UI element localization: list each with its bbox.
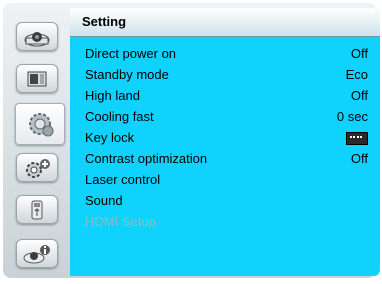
menu-item-label: Contrast optimization bbox=[85, 151, 208, 166]
information-icon bbox=[23, 244, 50, 263]
setting-panel: Setting Direct power on Off Standby mode… bbox=[70, 8, 380, 276]
menu-window: Setting Direct power on Off Standby mode… bbox=[3, 3, 380, 278]
setting-icon bbox=[29, 113, 54, 137]
page-title: Setting bbox=[82, 14, 127, 29]
menu-item-cooling-fast[interactable]: Cooling fast 0 sec bbox=[70, 107, 380, 127]
menu-item-label: Standby mode bbox=[85, 67, 169, 82]
menu-item-direct-power-on[interactable]: Direct power on Off bbox=[70, 44, 380, 64]
projector-icon bbox=[24, 31, 50, 46]
menu-item-laser-control[interactable]: Laser control bbox=[70, 170, 380, 190]
menu-sidebar bbox=[7, 8, 67, 276]
menu-item-key-lock[interactable]: Key lock bbox=[70, 128, 380, 148]
menu-item-label: Key lock bbox=[85, 130, 135, 145]
keyboard-lock-icon bbox=[346, 132, 368, 145]
menu-item-label: HDMI Setup bbox=[85, 214, 156, 229]
menu-item-label: Laser control bbox=[85, 172, 161, 187]
menu-item-value: Off bbox=[350, 46, 368, 61]
menu-item-value: Off bbox=[350, 151, 368, 166]
menu-item-label: Sound bbox=[85, 193, 123, 208]
image-settings-icon bbox=[27, 71, 47, 86]
menu-item-value: 0 sec bbox=[336, 109, 368, 124]
menu-item-hdmi-setup: HDMI Setup bbox=[70, 212, 380, 232]
menu-item-contrast-optimization[interactable]: Contrast optimization Off bbox=[70, 149, 380, 169]
sidebar-item-information[interactable] bbox=[16, 239, 58, 268]
sidebar-item-expand[interactable] bbox=[16, 153, 58, 182]
menu-item-high-land[interactable]: High land Off bbox=[70, 86, 380, 106]
sidebar-item-image-settings[interactable] bbox=[16, 64, 58, 93]
menu-item-label: Direct power on bbox=[85, 46, 177, 61]
menu-item-value: Off bbox=[350, 88, 368, 103]
sidebar-item-usb-memory[interactable] bbox=[16, 195, 58, 224]
menu-item-label: High land bbox=[85, 88, 140, 103]
panel-header: Setting bbox=[70, 8, 380, 37]
menu-item-standby-mode[interactable]: Standby mode Eco bbox=[70, 65, 380, 85]
expand-icon bbox=[26, 158, 50, 178]
menu-item-sound[interactable]: Sound bbox=[70, 191, 380, 211]
sidebar-item-setting[interactable] bbox=[15, 103, 65, 145]
menu-item-value: Eco bbox=[345, 67, 368, 82]
sidebar-item-projector[interactable] bbox=[16, 22, 58, 51]
menu-item-label: Cooling fast bbox=[85, 109, 154, 124]
usb-memory-icon bbox=[31, 200, 43, 219]
